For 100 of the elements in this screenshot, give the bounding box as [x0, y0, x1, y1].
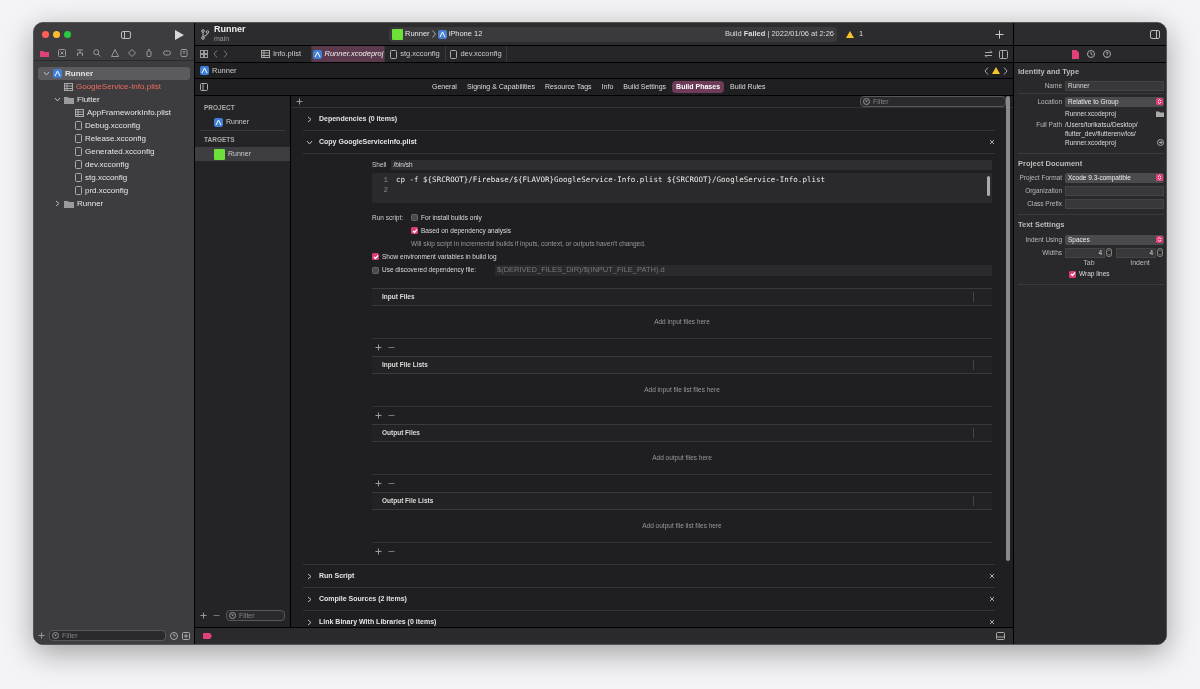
tree-row[interactable]: dev.xcconfig [38, 158, 190, 171]
spray-icon[interactable] [145, 49, 154, 57]
file-name[interactable]: stg.xcconfig [85, 171, 128, 184]
warning-icon[interactable] [992, 67, 1000, 74]
app-icon [312, 49, 322, 59]
sidebar-icon[interactable] [200, 83, 208, 91]
add-icon[interactable] [200, 611, 207, 619]
document-icon [390, 49, 398, 59]
forward-icon[interactable] [1003, 66, 1008, 75]
filter-icon [863, 98, 870, 105]
add-icon[interactable] [375, 480, 382, 487]
tree-row[interactable]: GoogleService-Info.plist [38, 80, 190, 93]
swap-icon[interactable] [984, 50, 993, 58]
add-icon[interactable] [995, 29, 1004, 39]
run-icon[interactable] [175, 29, 184, 40]
tree-row[interactable]: stg.xcconfig [38, 171, 190, 184]
class-prefix-field[interactable] [1065, 198, 1164, 209]
stepper-icon [1156, 236, 1163, 243]
breakpoint-icon[interactable] [203, 633, 212, 639]
folder-icon [64, 95, 74, 104]
tree-row[interactable]: Release.xcconfig [38, 132, 190, 145]
device-icon [437, 29, 447, 39]
reveal-icon[interactable] [1157, 139, 1164, 146]
warning-icon[interactable] [846, 30, 854, 38]
file-name[interactable]: Debug.xcconfig [85, 119, 141, 132]
add-icon[interactable] [375, 344, 382, 351]
folder-icon[interactable] [40, 49, 49, 57]
disclosure-icon[interactable] [306, 115, 313, 123]
remove-icon[interactable] [388, 480, 395, 487]
file-name[interactable]: dev.xcconfig [85, 158, 129, 171]
filter-icon [229, 611, 236, 619]
disclosure-icon[interactable] [306, 138, 313, 146]
add-icon[interactable] [296, 98, 303, 105]
tag-icon[interactable] [162, 49, 171, 57]
remove-icon[interactable] [388, 344, 395, 351]
app-icon [392, 28, 403, 40]
source-control-icon[interactable] [58, 49, 67, 57]
branch-icon [201, 28, 209, 40]
tree-row[interactable]: prd.xcconfig [38, 184, 190, 197]
help-icon[interactable] [1102, 50, 1111, 58]
organization-field[interactable] [1065, 185, 1164, 196]
inspector-toggle-icon[interactable] [1150, 29, 1160, 39]
disclosure-icon[interactable] [306, 572, 313, 580]
file-name[interactable]: Flutter [77, 93, 100, 106]
recent-icon[interactable] [170, 631, 178, 640]
file-name[interactable]: Runner [77, 197, 104, 210]
disclosure-icon[interactable] [54, 96, 61, 103]
forward-icon[interactable] [223, 50, 228, 58]
file-icon[interactable] [1071, 49, 1079, 59]
sidebar-icon[interactable] [121, 30, 131, 39]
history-icon[interactable] [1086, 50, 1095, 58]
back-icon[interactable] [984, 66, 989, 75]
report-icon[interactable] [180, 49, 188, 57]
scrollbar[interactable] [987, 176, 990, 196]
tree-row[interactable]: Debug.xcconfig [38, 119, 190, 132]
chevron-icon [431, 30, 436, 38]
disclosure-icon[interactable] [306, 595, 313, 603]
close-icon[interactable] [989, 573, 995, 579]
stepper-icon [1156, 174, 1163, 181]
back-icon[interactable] [213, 50, 218, 58]
file-name[interactable]: Runner [65, 67, 93, 80]
file-name[interactable]: GoogleService-Info.plist [76, 80, 161, 93]
file-name[interactable]: Generated.xcconfig [85, 145, 155, 158]
add-icon[interactable] [38, 632, 45, 639]
checkbox[interactable] [372, 266, 379, 274]
table-icon [261, 50, 271, 58]
scrollbar[interactable] [1006, 96, 1010, 561]
disclosure-icon[interactable] [306, 618, 313, 626]
disclosure-icon[interactable] [43, 70, 50, 77]
folder-icon [64, 199, 74, 208]
table-icon [64, 82, 73, 91]
remove-icon[interactable] [388, 548, 395, 555]
close-icon[interactable] [989, 619, 995, 625]
tree-row[interactable]: Runner [38, 67, 190, 80]
tree-row[interactable]: Runner [38, 197, 190, 210]
app-icon [214, 148, 225, 160]
inspector-toggle-icon[interactable] [999, 49, 1008, 59]
file-name[interactable]: Release.xcconfig [85, 132, 146, 145]
folder-icon[interactable] [1156, 110, 1164, 117]
filter-options-icon[interactable] [182, 631, 190, 640]
tree-row[interactable]: AppFrameworkInfo.plist [38, 106, 190, 119]
remove-icon[interactable] [388, 412, 395, 419]
search-icon[interactable] [93, 49, 102, 57]
tree-row[interactable]: Flutter [38, 93, 190, 106]
document-icon [450, 49, 458, 59]
grid-icon[interactable] [200, 50, 208, 58]
file-name[interactable]: AppFrameworkInfo.plist [87, 106, 172, 119]
hierarchy-icon[interactable] [75, 49, 84, 57]
add-icon[interactable] [375, 412, 382, 419]
tree-row[interactable]: Generated.xcconfig [38, 145, 190, 158]
table-icon [75, 108, 84, 117]
stepper-icon[interactable] [1106, 248, 1112, 257]
debug-area-icon[interactable] [996, 632, 1005, 640]
file-name[interactable]: prd.xcconfig [85, 184, 129, 197]
close-icon[interactable] [989, 596, 995, 602]
close-icon[interactable] [989, 139, 995, 145]
disclosure-icon[interactable] [54, 200, 61, 207]
stepper-icon[interactable] [1157, 248, 1163, 257]
checkbox[interactable] [411, 214, 418, 221]
add-icon[interactable] [375, 548, 382, 555]
